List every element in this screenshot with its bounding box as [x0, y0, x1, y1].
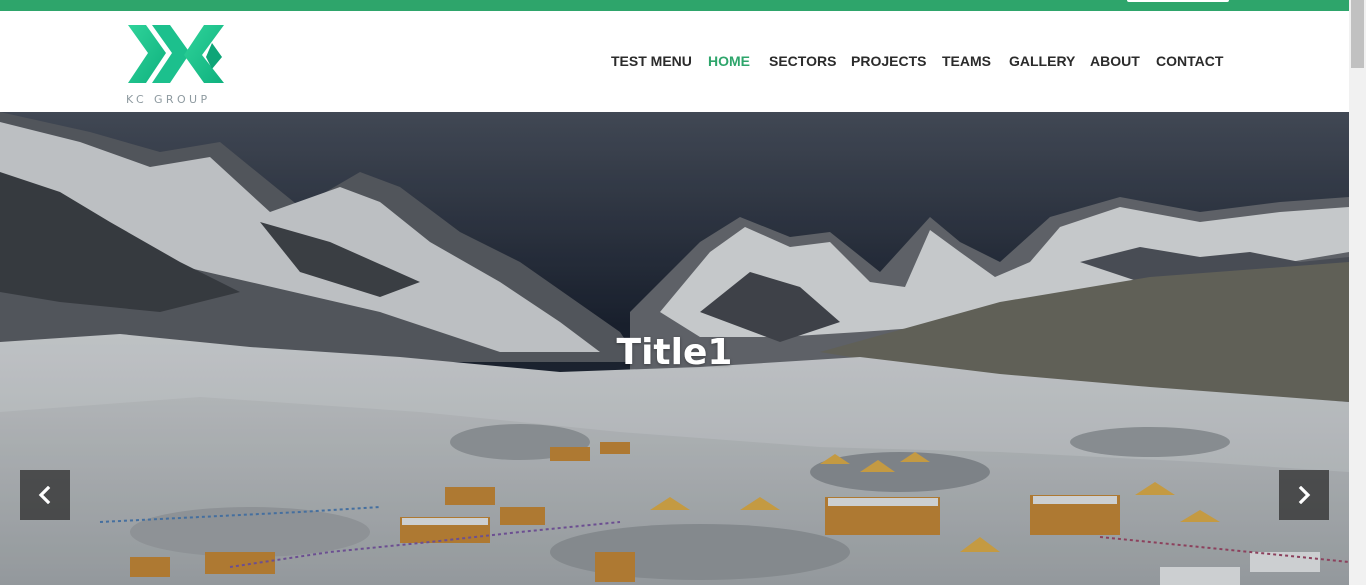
scrollbar-thumb[interactable]: [1351, 0, 1364, 68]
nav-sectors[interactable]: SECTORS: [769, 53, 836, 69]
slider-prev-button[interactable]: [20, 470, 70, 520]
slider-next-button[interactable]: [1279, 470, 1329, 520]
hero-slider[interactable]: Title1: [0, 112, 1349, 585]
nav-home[interactable]: HOME: [708, 53, 750, 69]
slide-title: Title1: [616, 332, 733, 373]
nav-about[interactable]: ABOUT: [1090, 53, 1140, 69]
nav-test-menu[interactable]: TEST MENU: [611, 53, 692, 69]
top-bar-tab[interactable]: [1127, 0, 1229, 2]
nav-contact[interactable]: CONTACT: [1156, 53, 1223, 69]
chevron-right-icon: [1298, 486, 1311, 504]
logo-text: KC GROUP: [126, 93, 211, 106]
nav-teams[interactable]: TEAMS: [942, 53, 991, 69]
site-header: KC GROUP TEST MENU HOME SECTORS PROJECTS…: [0, 11, 1349, 112]
chevron-left-icon: [38, 486, 51, 504]
page-scrollbar[interactable]: [1349, 0, 1366, 585]
top-bar: [0, 0, 1349, 11]
main-nav: TEST MENU HOME SECTORS PROJECTS TEAMS GA…: [0, 53, 1349, 73]
nav-gallery[interactable]: GALLERY: [1009, 53, 1075, 69]
nav-projects[interactable]: PROJECTS: [851, 53, 926, 69]
